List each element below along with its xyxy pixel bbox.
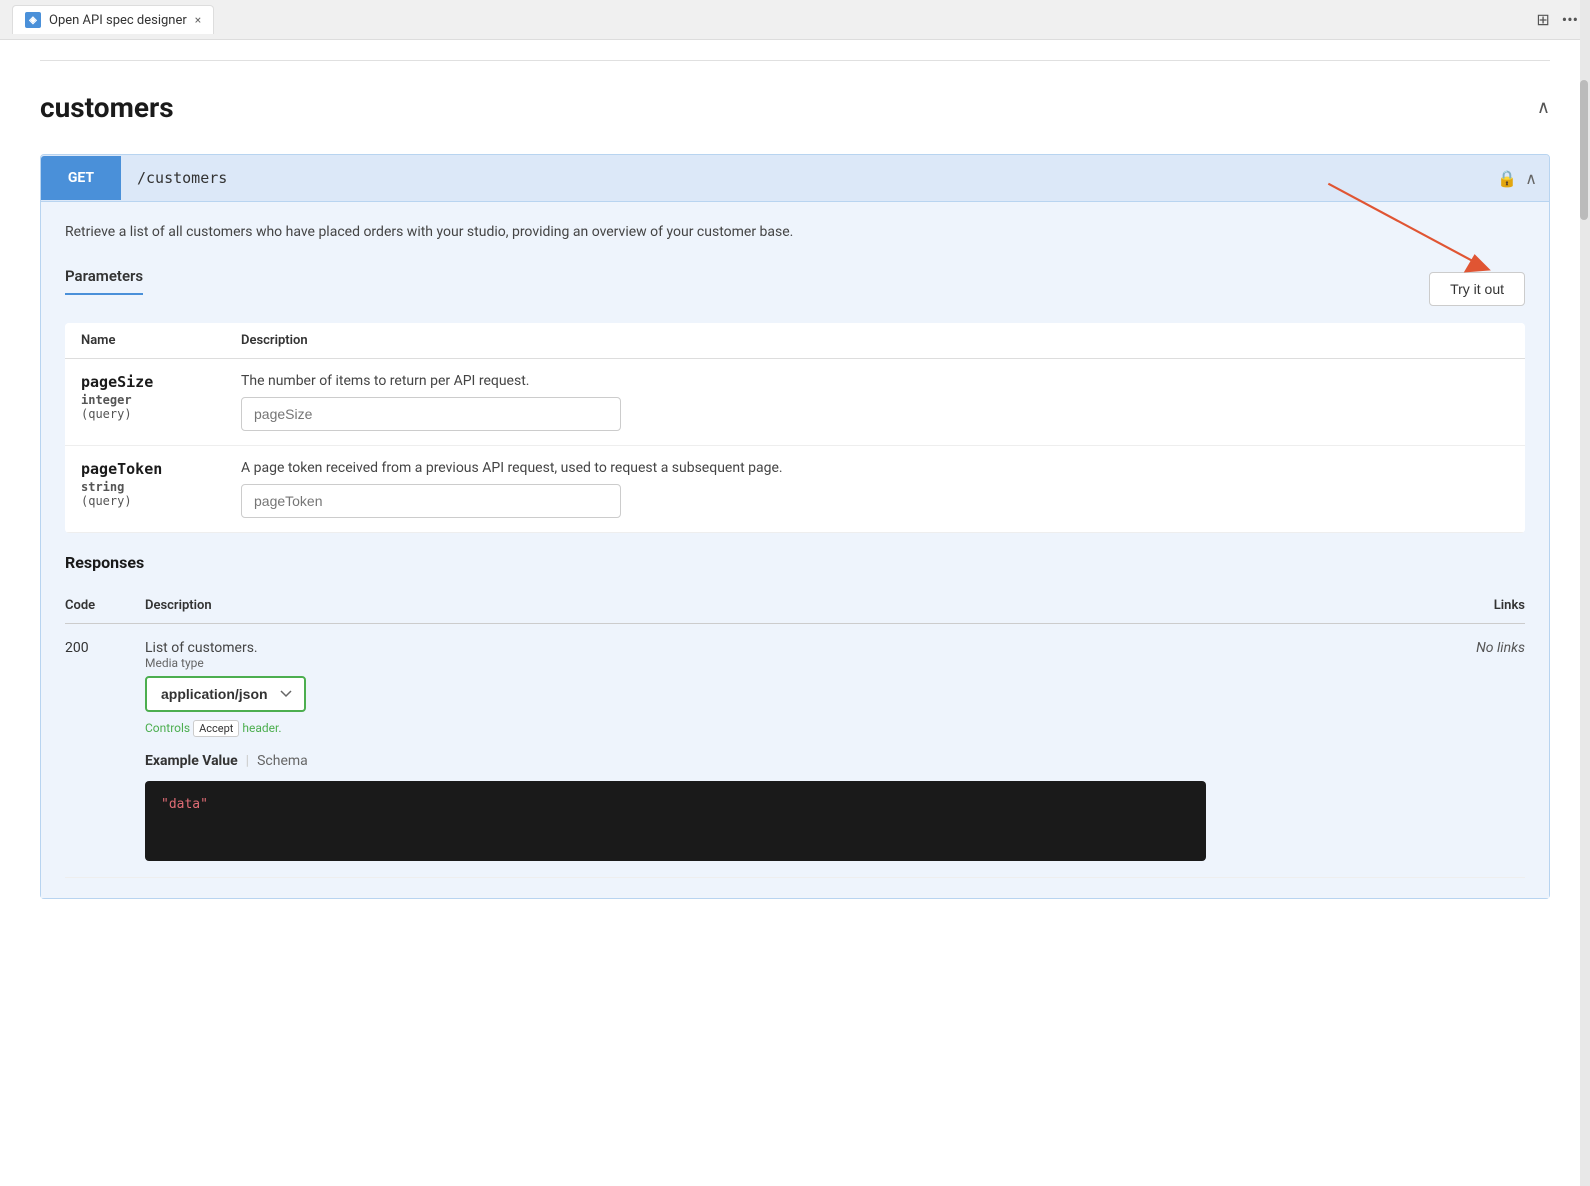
responses-col-description: Description <box>145 588 1206 624</box>
param-type-pagetoken: string <box>81 480 209 494</box>
response-code-200: 200 <box>65 624 145 878</box>
browser-tab[interactable]: ◈ Open API spec designer × <box>12 5 214 34</box>
parameters-table: Name Description pageSize integer (query… <box>65 323 1525 533</box>
endpoint-body: Retrieve a list of all customers who hav… <box>41 202 1549 898</box>
response-description-text: List of customers. <box>145 640 1206 656</box>
response-desc-200: List of customers. Media type applicatio… <box>145 624 1206 878</box>
responses-title: Responses <box>65 553 1525 572</box>
chevron-up-icon[interactable]: ∧ <box>1525 169 1537 188</box>
media-type-label: Media type <box>145 656 1206 670</box>
param-desc-pagetoken: A page token received from a previous AP… <box>241 460 1509 476</box>
section-title: customers <box>40 91 174 124</box>
tab-close-button[interactable]: × <box>195 13 201 27</box>
tab-icon: ◈ <box>25 12 41 28</box>
endpoint-icons: 🔒 ∧ <box>1497 169 1549 188</box>
responses-section: Responses Code Description Links 200 <box>65 553 1525 878</box>
controls-text: Controls Accept header. <box>145 720 1206 737</box>
params-col-name: Name <box>65 323 225 359</box>
param-input-pagesize[interactable] <box>241 397 621 431</box>
endpoint-description: Retrieve a list of all customers who hav… <box>65 222 1525 243</box>
responses-col-code: Code <box>65 588 145 624</box>
lock-icon: 🔒 <box>1497 169 1517 188</box>
main-content: customers ∧ GET /customers 🔒 ∧ Retrieve … <box>0 40 1590 1186</box>
endpoint-header: GET /customers 🔒 ∧ <box>41 155 1549 202</box>
param-row-pagesize: pageSize integer (query) The number of i… <box>65 359 1525 446</box>
responses-col-links: Links <box>1206 588 1525 624</box>
customers-header: customers ∧ <box>40 81 1550 134</box>
scrollbar-thumb[interactable] <box>1580 80 1588 220</box>
tab-title: Open API spec designer <box>49 13 187 28</box>
endpoint-block: GET /customers 🔒 ∧ Retrieve a list of al… <box>40 154 1550 899</box>
media-type-select[interactable]: application/json <box>145 676 306 712</box>
response-links-200: No links <box>1206 624 1525 878</box>
browser-actions: ⊞ ••• <box>1536 10 1578 29</box>
param-desc-pagesize: The number of items to return per API re… <box>241 373 1509 389</box>
example-value-tabs: Example Value | Schema <box>145 753 1206 773</box>
accept-badge: Accept <box>193 720 239 737</box>
browser-bar: ◈ Open API spec designer × ⊞ ••• <box>0 0 1590 40</box>
param-name-pagesize: pageSize <box>81 373 209 391</box>
param-location-pagetoken: (query) <box>81 494 209 508</box>
more-options-icon[interactable]: ••• <box>1562 10 1578 29</box>
param-row-pagetoken: pageToken string (query) A page token re… <box>65 446 1525 533</box>
schema-tab[interactable]: Schema <box>257 753 308 773</box>
method-badge: GET <box>41 156 121 200</box>
params-col-description: Description <box>225 323 1525 359</box>
parameters-tab[interactable]: Parameters <box>65 267 143 295</box>
param-input-pagetoken[interactable] <box>241 484 621 518</box>
endpoint-path: /customers <box>121 155 1497 201</box>
code-sample: "data" <box>161 797 208 812</box>
scrollbar[interactable] <box>1580 0 1590 1186</box>
code-block: "data" <box>145 781 1206 861</box>
example-value-tab[interactable]: Example Value <box>145 753 238 773</box>
response-row-200: 200 List of customers. Media type applic… <box>65 624 1525 878</box>
param-type-pagesize: integer <box>81 393 209 407</box>
parameters-section: Parameters <box>65 267 143 311</box>
split-view-icon[interactable]: ⊞ <box>1536 10 1549 29</box>
responses-table: Code Description Links 200 List of custo… <box>65 588 1525 878</box>
param-name-pagetoken: pageToken <box>81 460 209 478</box>
params-header-row: Parameters Try it out <box>65 267 1525 311</box>
param-location-pagesize: (query) <box>81 407 209 421</box>
collapse-icon[interactable]: ∧ <box>1537 97 1550 118</box>
try-it-out-button[interactable]: Try it out <box>1429 272 1525 306</box>
